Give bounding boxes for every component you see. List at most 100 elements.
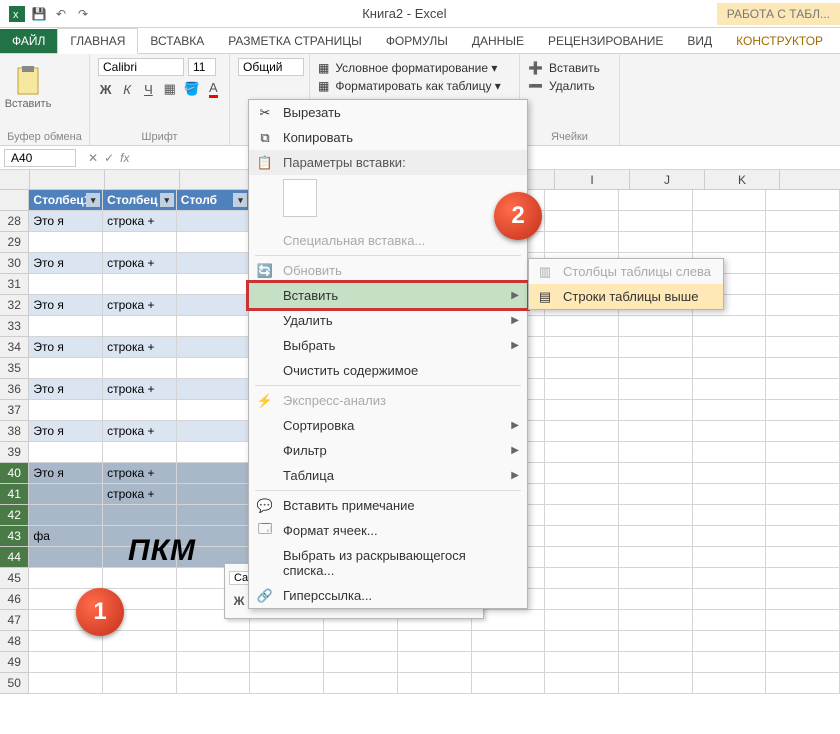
table-cell[interactable]: фа bbox=[29, 526, 103, 547]
numfmt-select[interactable]: Общий bbox=[238, 58, 304, 76]
cell[interactable] bbox=[766, 337, 840, 358]
cell[interactable] bbox=[324, 652, 398, 673]
cell[interactable] bbox=[619, 589, 693, 610]
cell[interactable] bbox=[545, 400, 619, 421]
cell[interactable] bbox=[766, 589, 840, 610]
ctx-filter[interactable]: Фильтр▶ bbox=[249, 438, 527, 463]
cell[interactable] bbox=[693, 379, 767, 400]
cell[interactable] bbox=[693, 211, 767, 232]
cell[interactable] bbox=[766, 421, 840, 442]
ctx-insert[interactable]: Вставить▶ bbox=[246, 280, 530, 311]
ctx-comment[interactable]: 💬Вставить примечание bbox=[249, 493, 527, 518]
save-icon[interactable]: 💾 bbox=[30, 5, 48, 23]
cell[interactable] bbox=[693, 442, 767, 463]
cell[interactable] bbox=[619, 379, 693, 400]
row-header[interactable]: 36 bbox=[0, 379, 29, 400]
tab-formulas[interactable]: ФОРМУЛЫ bbox=[374, 29, 460, 53]
table-cell[interactable] bbox=[29, 442, 103, 463]
cell[interactable] bbox=[693, 484, 767, 505]
col-header[interactable]: I bbox=[555, 170, 630, 189]
cell[interactable] bbox=[472, 652, 546, 673]
enter-icon[interactable]: ✓ bbox=[104, 151, 114, 165]
row-header[interactable]: 49 bbox=[0, 652, 29, 673]
table-cell[interactable]: Это я bbox=[29, 421, 103, 442]
ctx-select[interactable]: Выбрать▶ bbox=[249, 333, 527, 358]
table-cell[interactable] bbox=[29, 547, 103, 568]
cell[interactable] bbox=[545, 547, 619, 568]
cell[interactable] bbox=[398, 673, 472, 694]
table-cell[interactable]: строка + bbox=[103, 463, 177, 484]
cell[interactable] bbox=[693, 526, 767, 547]
table-cell[interactable]: строка + bbox=[103, 379, 177, 400]
cell[interactable] bbox=[545, 463, 619, 484]
bold-button[interactable]: Ж bbox=[98, 80, 113, 98]
tab-data[interactable]: ДАННЫЕ bbox=[460, 29, 536, 53]
table-header[interactable]: Столбец1▾ bbox=[29, 190, 103, 211]
cell[interactable] bbox=[398, 652, 472, 673]
cond-format-button[interactable]: ▦Условное форматирование ▾ bbox=[318, 60, 511, 76]
cell[interactable] bbox=[619, 463, 693, 484]
ctx-cut[interactable]: ✂Вырезать bbox=[249, 100, 527, 125]
table-cell[interactable]: строка + bbox=[103, 337, 177, 358]
cell[interactable] bbox=[545, 337, 619, 358]
cell[interactable] bbox=[766, 673, 840, 694]
cell[interactable] bbox=[766, 316, 840, 337]
ctx-clear[interactable]: Очистить содержимое bbox=[249, 358, 527, 383]
table-cell[interactable] bbox=[177, 358, 251, 379]
cell[interactable] bbox=[472, 631, 546, 652]
table-cell[interactable] bbox=[177, 274, 251, 295]
cell[interactable] bbox=[545, 505, 619, 526]
redo-icon[interactable]: ↷ bbox=[74, 5, 92, 23]
row-header[interactable]: 50 bbox=[0, 673, 29, 694]
row-header[interactable]: 30 bbox=[0, 253, 29, 274]
cell[interactable] bbox=[766, 232, 840, 253]
cell[interactable] bbox=[693, 337, 767, 358]
table-cell[interactable]: Это я bbox=[29, 211, 103, 232]
cell[interactable] bbox=[693, 547, 767, 568]
cell[interactable] bbox=[619, 673, 693, 694]
table-cell[interactable] bbox=[177, 379, 251, 400]
tab-file[interactable]: ФАЙЛ bbox=[0, 29, 57, 53]
table-cell[interactable] bbox=[177, 295, 251, 316]
select-all-corner[interactable] bbox=[0, 170, 30, 190]
fx-icon[interactable]: fx bbox=[120, 151, 129, 165]
table-cell[interactable] bbox=[177, 337, 251, 358]
cell[interactable] bbox=[545, 358, 619, 379]
cell[interactable] bbox=[766, 379, 840, 400]
cell[interactable] bbox=[693, 463, 767, 484]
tab-insert[interactable]: ВСТАВКА bbox=[138, 29, 216, 53]
row-header[interactable]: 42 bbox=[0, 505, 29, 526]
filter-dropdown-icon[interactable]: ▾ bbox=[160, 193, 174, 207]
table-cell[interactable] bbox=[177, 505, 251, 526]
table-cell[interactable] bbox=[177, 463, 251, 484]
ctx-table[interactable]: Таблица▶ bbox=[249, 463, 527, 488]
cell[interactable] bbox=[545, 484, 619, 505]
table-cell[interactable]: строка + bbox=[103, 295, 177, 316]
table-cell[interactable] bbox=[29, 232, 103, 253]
cell[interactable] bbox=[693, 316, 767, 337]
tab-layout[interactable]: РАЗМЕТКА СТРАНИЦЫ bbox=[216, 29, 374, 53]
tab-review[interactable]: РЕЦЕНЗИРОВАНИЕ bbox=[536, 29, 675, 53]
table-cell[interactable] bbox=[103, 358, 177, 379]
cell[interactable] bbox=[766, 652, 840, 673]
table-cell[interactable] bbox=[103, 505, 177, 526]
tab-constructor[interactable]: КОНСТРУКТОР bbox=[724, 29, 835, 53]
table-cell[interactable]: Это я bbox=[29, 337, 103, 358]
cell[interactable] bbox=[619, 316, 693, 337]
table-cell[interactable] bbox=[177, 484, 251, 505]
row-header[interactable]: 29 bbox=[0, 232, 29, 253]
table-cell[interactable]: Это я bbox=[29, 379, 103, 400]
format-table-button[interactable]: ▦Форматировать как таблицу ▾ bbox=[318, 78, 511, 94]
cell[interactable] bbox=[693, 589, 767, 610]
cell[interactable] bbox=[619, 358, 693, 379]
table-cell[interactable] bbox=[103, 232, 177, 253]
table-cell[interactable] bbox=[29, 274, 103, 295]
table-cell[interactable] bbox=[177, 421, 251, 442]
table-cell[interactable] bbox=[103, 316, 177, 337]
row-header[interactable]: 48 bbox=[0, 631, 29, 652]
tab-home[interactable]: ГЛАВНАЯ bbox=[57, 28, 138, 54]
cell[interactable] bbox=[619, 505, 693, 526]
table-cell[interactable]: Это я bbox=[29, 295, 103, 316]
ctx-dropdown[interactable]: Выбрать из раскрывающегося списка... bbox=[249, 543, 527, 583]
cell[interactable] bbox=[693, 505, 767, 526]
